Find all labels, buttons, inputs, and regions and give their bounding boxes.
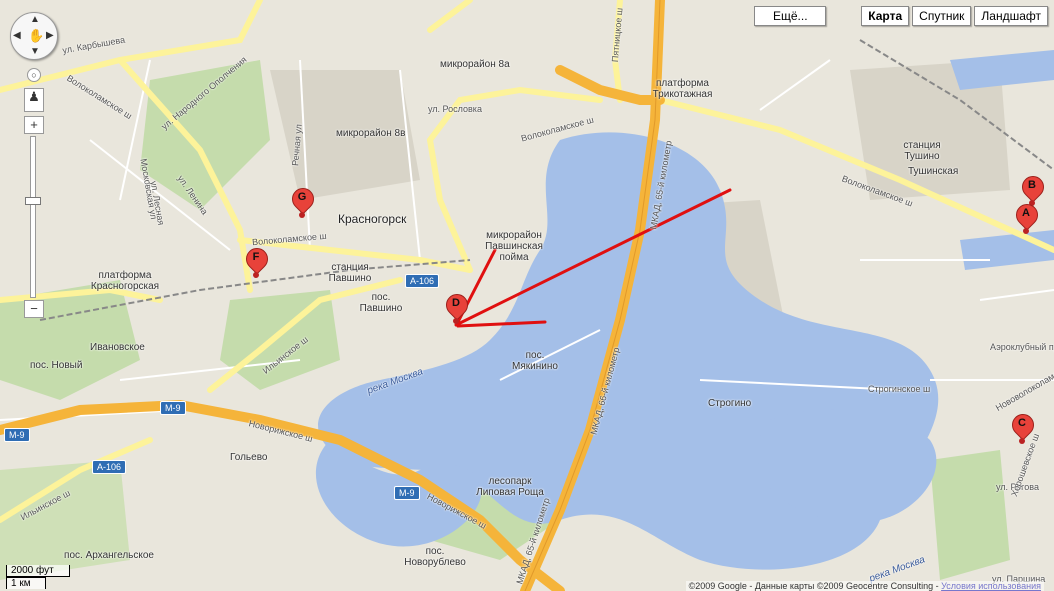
marker-letter: F [252, 251, 260, 263]
pegman-icon[interactable]: ♟ [24, 88, 44, 112]
label-strogino-sh: Строгинское ш [868, 384, 931, 394]
label-platform-trikotazh: платформа Трикотажная [652, 78, 713, 100]
label-pavshino: пос. Павшино [359, 292, 403, 314]
marker-letter: G [297, 191, 307, 203]
marker-anchor [1019, 438, 1025, 444]
map-type-map-button[interactable]: Карта [861, 6, 910, 26]
scale-imperial: 2000 фут [6, 565, 70, 577]
more-button[interactable]: Ещё... [754, 6, 827, 26]
map-marker-a[interactable]: A [1011, 199, 1043, 238]
map-marker-c[interactable]: C [1007, 409, 1039, 448]
map-marker-f[interactable]: F [241, 243, 273, 282]
map-marker-g[interactable]: G [287, 183, 319, 222]
label-novyi: пос. Новый [30, 360, 83, 371]
label-mkr8a: микрорайон 8а [440, 59, 510, 70]
scale-metric: 1 км [6, 577, 46, 589]
marker-anchor [453, 318, 459, 324]
map-type-satellite-button[interactable]: Спутник [912, 6, 972, 26]
zoom-slider-thumb[interactable] [25, 197, 41, 205]
shield-a106-1: A-106 [405, 274, 440, 288]
shield-m9-3: M-9 [394, 486, 420, 500]
marker-letter: B [1028, 179, 1036, 191]
marker-letter: A [1022, 207, 1030, 219]
zoom-reset-icon[interactable]: ○ [27, 68, 41, 82]
label-ivanovskoe: Ивановское [90, 342, 145, 353]
marker-letter: C [1018, 417, 1026, 429]
zoom-in-button[interactable]: + [24, 116, 44, 134]
map-marker-d[interactable]: D [441, 289, 473, 328]
copyright-text: ©2009 Google - Данные карты ©2009 Geocen… [688, 581, 942, 591]
pan-control[interactable]: ▲ ▼ ◀ ▶ ✋ [10, 12, 58, 60]
marker-anchor [1023, 228, 1029, 234]
shield-a106-2: A-106 [92, 460, 127, 474]
pan-up-icon[interactable]: ▲ [30, 14, 40, 25]
map-base-layer [0, 0, 1054, 591]
pan-right-icon[interactable]: ▶ [46, 30, 54, 41]
hand-icon: ✋ [28, 28, 45, 43]
map-canvas[interactable]: Красногорск пос. Павшино пос. Мякинино И… [0, 0, 1054, 591]
label-arkhangelskoe: пос. Архангельское [64, 550, 154, 561]
shield-m9-1: M-9 [160, 401, 186, 415]
marker-anchor [253, 272, 259, 278]
label-novorublevo: пос. Новорублево [404, 546, 466, 568]
copyright-notice: ©2009 Google - Данные карты ©2009 Geocen… [685, 581, 1044, 591]
shield-m9-2: M-9 [4, 428, 30, 442]
label-st-pavshino: станция Павшино [328, 262, 372, 284]
zoom-control: ○ ♟ + − [22, 68, 44, 318]
label-st-tushino: станция Тушино [903, 140, 941, 162]
label-lesopark: лесопарк Липовая Роща [476, 476, 544, 498]
zoom-out-button[interactable]: − [24, 300, 44, 318]
label-myakinino: пос. Мякинино [512, 350, 558, 372]
pan-down-icon[interactable]: ▼ [30, 46, 40, 57]
label-golyevo: Гольево [230, 452, 268, 463]
label-tushinskaya: Тушинская [908, 166, 959, 177]
marker-letter: D [452, 297, 460, 309]
label-strogino: Строгино [708, 398, 752, 409]
label-platform-krasnogorsk: платформа Красногорская [90, 270, 160, 292]
label-krasnogorsk: Красногорск [338, 212, 407, 226]
label-pavshinskaya: микрорайон Павшинская пойма [485, 230, 543, 263]
label-aeroclubnaya: Аэроклубный пр [990, 342, 1054, 352]
zoom-slider-track[interactable] [25, 136, 41, 298]
terms-link[interactable]: Условия использования [941, 581, 1041, 591]
marker-anchor [299, 212, 305, 218]
scale-bar: 2000 фут 1 км [6, 565, 70, 589]
label-mkr8v: микрорайон 8в [336, 128, 406, 139]
map-type-terrain-button[interactable]: Ландшафт [974, 6, 1048, 26]
label-rosslovka: ул. Рословка [428, 104, 482, 114]
pan-left-icon[interactable]: ◀ [13, 30, 21, 41]
map-type-control: Ещё... Карта Спутник Ландшафт [754, 6, 1048, 26]
